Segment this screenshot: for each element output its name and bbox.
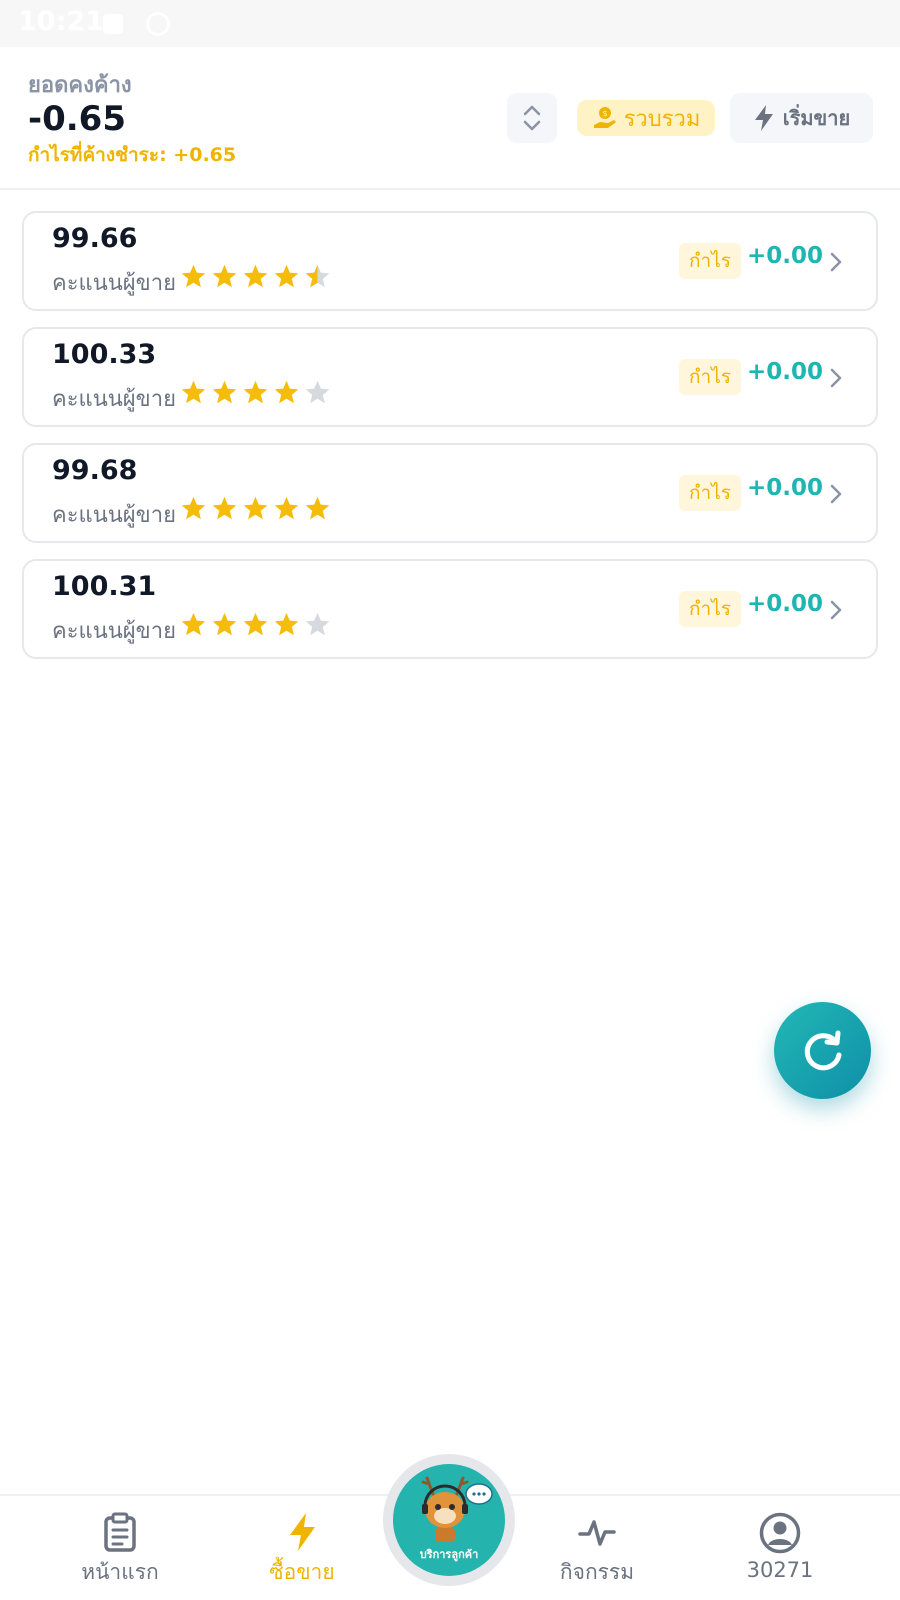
order-card[interactable]: 100.33 คะแนนผู้ขาย กำไร +0.00 [22,327,878,427]
start-sell-button[interactable]: เริ่มขาย [730,93,873,143]
star-filled-icon [274,264,299,288]
star-filled-icon [274,612,299,636]
star-filled-icon [181,612,206,636]
seller-rating-stars [180,495,331,522]
status-time: 10:21 [18,6,104,37]
start-sell-label: เริ่มขาย [782,106,851,130]
notification-icon [103,14,123,34]
nav-item-activity[interactable]: กิจกรรม [537,1512,657,1592]
collect-label: รวบรวม [623,106,701,132]
profit-badge: กำไร [679,243,741,279]
order-card[interactable]: 100.31 คะแนนผู้ขาย กำไร +0.00 [22,559,878,659]
order-price: 100.33 [52,339,157,370]
svg-text:$: $ [602,109,607,118]
profit-value: +0.00 [747,243,824,269]
seller-rating-stars [180,379,331,406]
chevron-right-icon [830,368,842,388]
star-filled-icon [243,496,268,520]
lightning-icon [754,105,773,131]
order-card[interactable]: 99.66 คะแนนผู้ขาย กำไร +0.00 [22,211,878,311]
customer-support-button[interactable]: บริการลูกค้า [383,1454,515,1586]
nav-label-trade: ซื้อขาย [269,1560,335,1584]
activity-pulse-icon [578,1520,616,1546]
sort-button[interactable] [507,93,557,143]
nav-item-trade[interactable]: ซื้อขาย [242,1512,362,1592]
star-empty-icon [305,612,330,636]
nav-label-profile: 30271 [746,1558,814,1582]
star-filled-icon [243,380,268,404]
deer-mascot-icon [421,1476,493,1542]
star-filled-icon [181,264,206,288]
refresh-button[interactable] [774,1002,871,1099]
seller-rating-label: คะแนนผู้ขาย [52,503,176,528]
seller-rating-label: คะแนนผู้ขาย [52,271,176,296]
order-list: 99.66 คะแนนผู้ขาย กำไร +0.00 100.33 คะแน… [22,211,878,675]
support-label: บริการลูกค้า [419,1548,479,1561]
sort-updown-icon [523,105,541,131]
seller-rating-stars [180,263,331,290]
order-price: 99.66 [52,223,138,254]
star-filled-icon [181,380,206,404]
order-price: 99.68 [52,455,138,486]
balance-value: -0.65 [28,99,126,139]
star-filled-icon [212,612,237,636]
star-filled-icon [274,496,299,520]
order-price: 100.31 [52,571,157,602]
star-filled-icon [181,496,206,520]
collect-button[interactable]: $ รวบรวม [577,100,715,136]
seller-rating-label: คะแนนผู้ขาย [52,387,176,412]
money-hand-icon: $ [593,107,616,128]
star-filled-icon [212,264,237,288]
chevron-right-icon [830,484,842,504]
profit-value: +0.00 [747,359,824,385]
clipboard-icon [104,1512,136,1552]
nav-label-activity: กิจกรรม [559,1560,635,1584]
profit-value: +0.00 [747,591,824,617]
nav-label-home: หน้าแรก [81,1560,159,1584]
star-empty-icon [305,380,330,404]
profit-badge: กำไร [679,475,741,511]
sync-icon [146,12,170,36]
chevron-right-icon [830,600,842,620]
status-bar: 10:21 [0,0,900,47]
star-filled-icon [243,612,268,636]
star-filled-icon [212,380,237,404]
order-card[interactable]: 99.68 คะแนนผู้ขาย กำไร +0.00 [22,443,878,543]
profit-badge: กำไร [679,359,741,395]
star-filled-icon [274,380,299,404]
star-half-icon [305,264,330,288]
lightning-icon [290,1513,315,1551]
star-filled-icon [243,264,268,288]
star-filled-icon [212,496,237,520]
support-avatar: บริการลูกค้า [393,1464,505,1576]
chevron-right-icon [830,252,842,272]
seller-rating-label: คะแนนผู้ขาย [52,619,176,644]
seller-rating-stars [180,611,331,638]
refresh-icon [804,1030,841,1070]
profit-badge: กำไร [679,591,741,627]
balance-header: ยอดคงค้าง -0.65 กำไรที่ค้างชำระ: +0.65 $… [0,47,900,190]
balance-label: ยอดคงค้าง [28,73,132,98]
star-filled-icon [305,496,330,520]
nav-item-profile[interactable]: 30271 [720,1512,840,1592]
nav-item-home[interactable]: หน้าแรก [60,1512,180,1592]
pending-profit: กำไรที่ค้างชำระ: +0.65 [28,144,237,166]
user-circle-icon [759,1512,801,1554]
profit-value: +0.00 [747,475,824,501]
